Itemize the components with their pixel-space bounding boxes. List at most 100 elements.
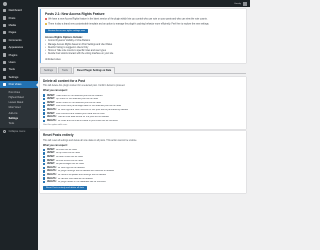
sidebar-item-posts[interactable]: Posts: [0, 14, 38, 21]
checkbox-icon[interactable]: [43, 177, 46, 180]
checklist-text: All cached vote data will be deleted: [57, 177, 93, 180]
checkbox-icon[interactable]: [43, 94, 46, 97]
sidebar-item-post-votes[interactable]: Post Votes: [0, 80, 38, 89]
checklist-text: All vote logs will be deleted: [57, 166, 85, 169]
sidebar-item-label: Appearance: [8, 46, 24, 50]
panel-description: This will delete ALL plugin content for …: [43, 85, 126, 88]
checklist-keyword: DELETE:: [46, 108, 57, 111]
settings-icon: [3, 75, 7, 79]
collapse-menu-button[interactable]: Collapse menu: [0, 128, 38, 135]
checklist-row: DELETE: All plugin tables in the database…: [43, 180, 243, 184]
checklist-text: Up votes for the selected post will be r…: [56, 98, 99, 101]
howdy-label[interactable]: Howdy: [234, 3, 241, 5]
checklist-keyword: DELETE:: [46, 166, 57, 169]
sidebar-item-label: Users: [8, 60, 16, 64]
sidebar-item-label: Dashboard: [8, 9, 22, 13]
sidebar-item-dashboard[interactable]: Dashboard: [0, 7, 38, 14]
admin-sidebar: Dashboard Posts Media Pages Comments App…: [0, 7, 38, 250]
checklist-row: DELETE: All notes and comments linked to …: [43, 119, 243, 123]
notice-list-title: Access Rights Options Include:: [45, 35, 83, 39]
checkbox-icon[interactable]: [43, 97, 46, 101]
checklist-keyword: RESET:: [46, 152, 55, 155]
notice-paragraph: There is also a brand new customizable t…: [45, 22, 242, 27]
checkbox-icon[interactable]: [43, 159, 46, 162]
checklist-keyword: DELETE:: [46, 119, 57, 122]
checkbox-icon[interactable]: [43, 181, 46, 184]
checklist-keyword: RESET:: [46, 156, 55, 159]
checklist-keyword: RESET:: [46, 112, 55, 115]
checklist-text: Cached vote data stored for the post wil…: [57, 116, 109, 119]
checkbox-icon[interactable]: [43, 115, 46, 119]
checklist-keyword: RESET:: [46, 163, 55, 166]
avatar[interactable]: [243, 1, 247, 6]
sidebar-item-label: Plugins: [8, 53, 18, 57]
checklist-text: All down votes will be reset: [56, 156, 84, 159]
checkbox-icon[interactable]: [43, 166, 46, 170]
checkbox-icon[interactable]: [43, 155, 46, 159]
info-icon: [45, 22, 48, 25]
panel-description: This will reset all settings and delete …: [43, 139, 138, 142]
reset-all-button[interactable]: Reset Posts entirely and delete all data: [43, 186, 87, 191]
checklist-text: All plugin settings will be deleted and …: [57, 170, 115, 173]
sidebar-item-settings[interactable]: Settings: [0, 74, 38, 81]
panel-title: Delete all content for a Post: [43, 79, 85, 84]
sidebar-item-tools[interactable]: Tools: [0, 66, 38, 73]
thumbs-icon: [3, 83, 7, 87]
checkbox-icon[interactable]: [43, 152, 46, 155]
review-access-rights-button[interactable]: Review the access rights settings now: [45, 28, 88, 33]
notice-title: Posts 2.1: New Access Rights Feature: [45, 11, 105, 16]
checklist-text: All vote logs and voter records for this…: [57, 108, 129, 111]
checklist-keyword: DELETE:: [46, 174, 57, 177]
settings-tabs: Settings Tools Reset Plugin Settings & D…: [40, 66, 246, 75]
checkbox-icon[interactable]: [43, 119, 46, 122]
sidebar-item-plugins[interactable]: Plugins: [0, 51, 38, 58]
checklist-keyword: DELETE:: [46, 170, 57, 173]
checklist-text: Total votes for the selected post will b…: [56, 94, 103, 97]
users-icon: [3, 60, 7, 65]
collapse-label: Collapse menu: [8, 129, 26, 133]
sidebar-item-label: Tools: [8, 68, 15, 72]
checkbox-icon[interactable]: [43, 108, 46, 112]
panel-note: Use this option with care.: [43, 124, 68, 127]
checkbox-icon[interactable]: [43, 101, 46, 104]
sidebar-item-comments[interactable]: Comments: [0, 37, 38, 44]
checklist-text: Vote score and percentage data for the s…: [56, 105, 122, 108]
checkbox-icon[interactable]: [43, 173, 46, 177]
sidebar-item-label: Comments: [8, 38, 22, 42]
checklist-keyword: RESET:: [46, 105, 55, 108]
admin-bar: Howdy: [0, 0, 250, 7]
checkbox-icon[interactable]: [43, 163, 46, 166]
panel-checklist: RESET: Total votes for the selected post …: [43, 94, 243, 123]
checklist-text: All up votes will be reset: [56, 152, 81, 155]
tab-settings[interactable]: Settings: [40, 66, 58, 74]
wordpress-icon[interactable]: [3, 1, 7, 6]
checkbox-icon[interactable]: [43, 170, 46, 173]
checklist-keyword: RESET:: [46, 98, 55, 101]
wrench-icon: [3, 68, 7, 72]
sidebar-item-label: Settings: [8, 75, 19, 79]
tab-reset[interactable]: Reset Plugin Settings & Data: [72, 66, 116, 74]
checkbox-icon[interactable]: [43, 105, 46, 108]
checklist-text: All votes will be reset: [56, 148, 78, 151]
sidebar-item-users[interactable]: Users: [0, 59, 38, 66]
checklist-text: Down votes for the selected post will be…: [56, 101, 102, 104]
update-notice: Posts 2.1: New Access Rights Feature We …: [40, 9, 246, 64]
checklist-keyword: RESET:: [46, 101, 55, 104]
sidebar-item-appearance[interactable]: Appearance: [0, 44, 38, 51]
checklist-text: All notes and comments linked to post vo…: [57, 119, 118, 122]
checkbox-icon[interactable]: [43, 148, 46, 152]
post-votes-submenu: Post Votes Highest Rated Lowest Rated Mo…: [0, 88, 38, 128]
panel-checklist: RESET: All votes will be reset RESET: All u…: [43, 148, 243, 184]
checklist-keyword: RESET:: [46, 159, 55, 162]
panel-title: Reset Posts entirely: [43, 133, 74, 138]
checklist-keyword: RESET:: [46, 148, 55, 151]
pin-icon: [3, 16, 7, 20]
submenu-item-tools[interactable]: Tools: [0, 121, 38, 126]
sidebar-item-media[interactable]: Media: [0, 22, 38, 29]
checklist-text: All custom templates and settings will b…: [57, 174, 107, 177]
tab-tools[interactable]: Tools: [58, 66, 72, 74]
checklist-text: All plugin tables in the database will b…: [57, 181, 106, 184]
notice-button-row: Review the access rights settings now: [45, 28, 242, 33]
sidebar-item-pages[interactable]: Pages: [0, 29, 38, 36]
reset-plugin-panel: Reset Posts entirely This will reset all…: [40, 130, 246, 193]
